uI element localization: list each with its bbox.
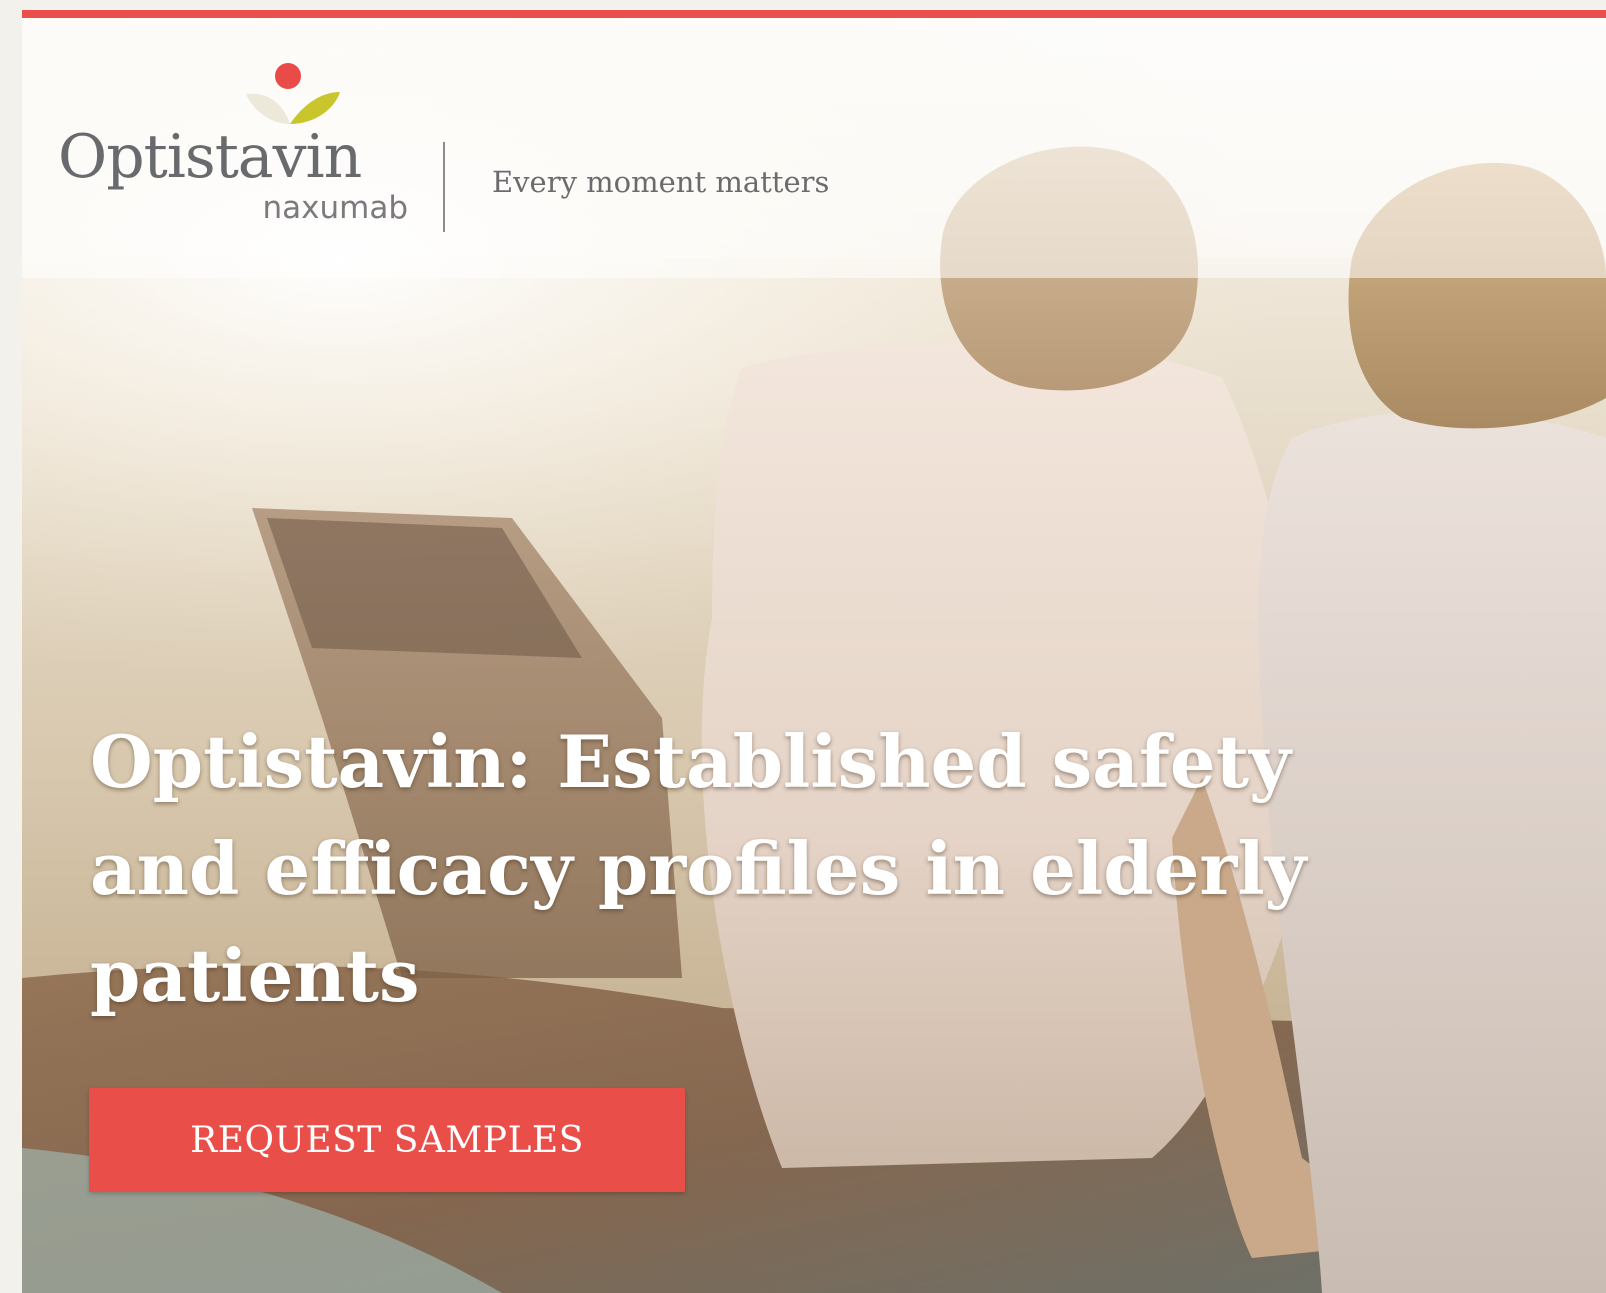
request-samples-button[interactable]: REQUEST SAMPLES xyxy=(89,1088,685,1192)
sprout-logo-icon xyxy=(246,63,340,124)
hero-section: Optistavin naxumab Every moment matters … xyxy=(22,18,1606,1293)
accent-top-bar xyxy=(22,10,1606,18)
brand-name: Optistavin xyxy=(58,122,362,192)
brand-tagline: Every moment matters xyxy=(492,165,830,199)
brand-generic-name: naxumab xyxy=(262,190,408,226)
header-divider xyxy=(443,142,445,232)
brand-logo[interactable]: Optistavin naxumab xyxy=(58,62,408,242)
hero-headline: Optistavin: Established safety and effic… xyxy=(90,719,1307,1018)
site-header: Optistavin naxumab Every moment matters xyxy=(22,18,1606,258)
page-frame: Optistavin naxumab Every moment matters … xyxy=(22,10,1606,1293)
